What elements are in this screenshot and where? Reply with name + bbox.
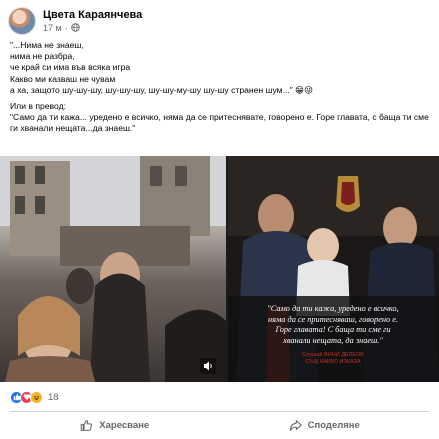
post-line-4: Какво ми казваш не чувам bbox=[10, 73, 116, 84]
translation-intro: Или в превод: bbox=[10, 101, 67, 112]
reaction-count[interactable]: 18 bbox=[48, 392, 59, 403]
thumbs-up-icon bbox=[80, 419, 93, 431]
post-meta: Цвета Караянчева 17 м · bbox=[43, 9, 142, 34]
video-credit: Слушай ВИНИ ДЕЛЕОВ СЪЩ КАКВО ИЗКАЗА bbox=[240, 352, 426, 366]
post-header: Цвета Караянчева 17 м · bbox=[8, 6, 142, 36]
post-line-3: че край си има във всяка игра bbox=[10, 62, 131, 73]
post-media[interactable]: "Само да ти кажа, уредено е всичко, няма… bbox=[0, 156, 439, 382]
meeting-scene bbox=[228, 156, 439, 382]
time-separator: · bbox=[64, 22, 68, 33]
caption-line: Горе главата! С баща ти сме ги bbox=[275, 325, 391, 334]
translation-text: "Само да ти кажа... уредено е всичко, ня… bbox=[10, 112, 429, 134]
post-line-1: "...Нима не знаеш, bbox=[10, 40, 84, 50]
post-time-row: 17 м · bbox=[43, 22, 142, 34]
post-line-2: нима не разбра, bbox=[10, 51, 75, 62]
haha-icon bbox=[30, 390, 43, 404]
caption-line: хванали нещата, да знаеш." bbox=[283, 335, 383, 345]
share-button[interactable]: Споделяне bbox=[220, 413, 430, 437]
action-divider bbox=[10, 411, 429, 412]
post-card: Цвета Караянчева 17 м · "...Нима не знае… bbox=[0, 0, 439, 439]
reactions-summary[interactable]: 18 bbox=[10, 389, 59, 405]
left-photo[interactable] bbox=[0, 156, 226, 382]
caption-line: няма да се притесняваш, говорено е. bbox=[268, 314, 398, 324]
like-button-label: Харесване bbox=[99, 419, 150, 431]
post-time[interactable]: 17 м bbox=[43, 22, 62, 34]
globe-icon bbox=[70, 23, 80, 32]
author-name[interactable]: Цвета Караянчева bbox=[43, 9, 142, 22]
action-bar: Харесване Споделяне bbox=[10, 413, 429, 437]
author-avatar[interactable] bbox=[8, 7, 36, 35]
crowd-scene bbox=[0, 156, 226, 382]
credit-line: Слушай ВИНИ ДЕЛЕОВ bbox=[302, 352, 364, 358]
volume-icon[interactable] bbox=[200, 358, 216, 374]
share-icon bbox=[289, 419, 302, 431]
like-button[interactable]: Харесване bbox=[10, 413, 220, 437]
post-body: "...Нима не знаеш, нима не разбра, че кр… bbox=[10, 40, 430, 135]
right-photo[interactable] bbox=[228, 156, 439, 382]
share-button-label: Споделяне bbox=[307, 419, 360, 431]
post-line-5: а ха, защото шу-шу-шу, шу-шу-шу, шу-шу-м… bbox=[10, 84, 314, 95]
video-caption: "Само да ти кажа, уредено е всичко, няма… bbox=[240, 304, 426, 346]
credit-line: СЪЩ КАКВО ИЗКАЗА bbox=[305, 359, 361, 365]
caption-line: "Само да ти кажа, уредено е всичко, bbox=[267, 304, 399, 313]
